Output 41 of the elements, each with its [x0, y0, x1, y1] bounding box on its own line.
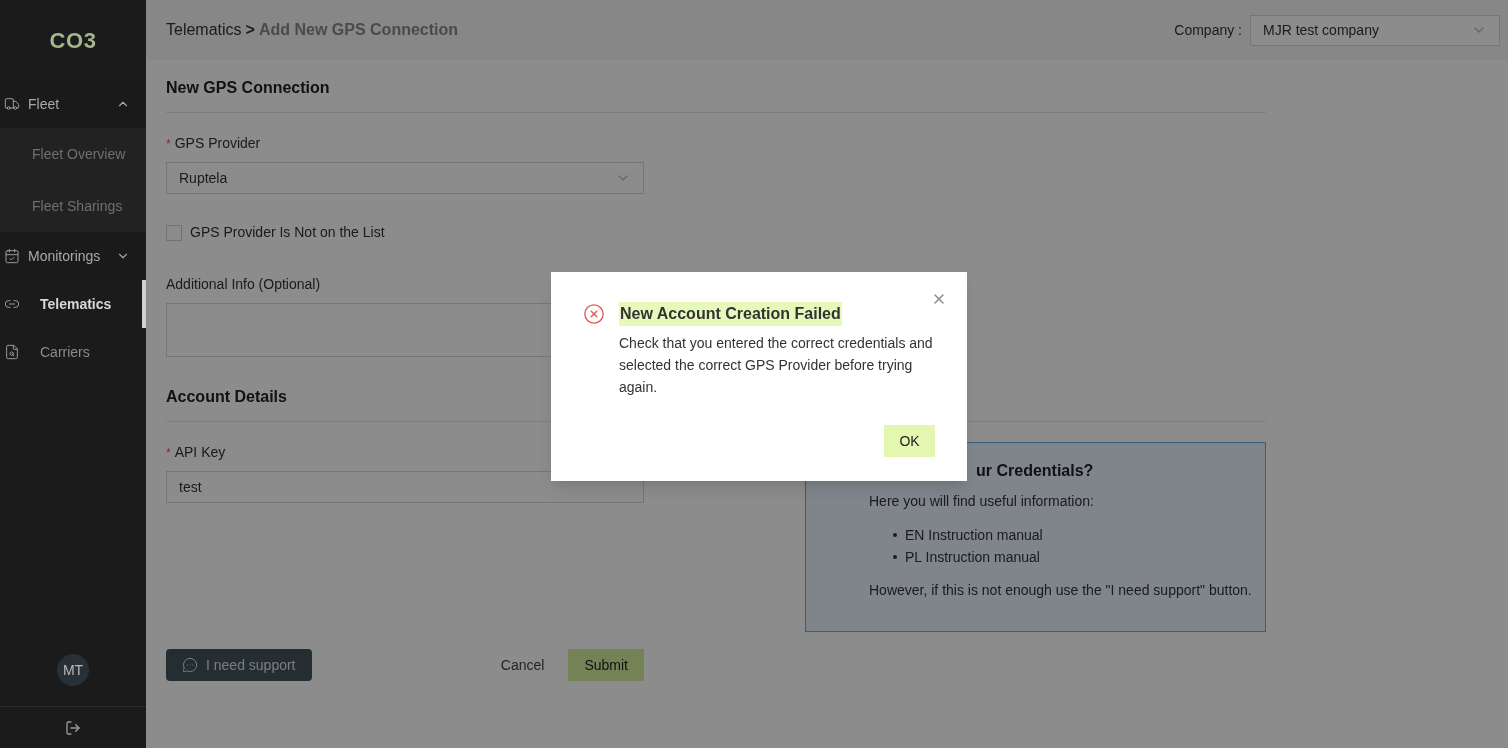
section-title: Account Details: [166, 388, 287, 405]
bullet: [893, 555, 897, 559]
section-title: New GPS Connection: [166, 79, 330, 96]
checkbox-label: GPS Provider Is Not on the List: [190, 223, 385, 242]
nav-subitem[interactable]: Fleet Sharings: [0, 180, 146, 232]
logout-icon[interactable]: [65, 719, 81, 736]
dialog-title: New Account Creation Failed: [619, 302, 842, 326]
file-search-icon: [4, 344, 20, 360]
required-mark: *: [166, 444, 171, 461]
error-icon: [583, 303, 605, 325]
breadcrumb-separator: >: [245, 20, 255, 40]
checkbox[interactable]: [166, 224, 182, 241]
breadcrumb-link[interactable]: Telematics: [166, 18, 242, 42]
logo: CO3: [49, 26, 97, 55]
manual-link[interactable]: PL Instruction manual: [905, 546, 1040, 568]
required-mark: *: [166, 135, 171, 152]
help-note: However, if this is not enough use the "I need support" button.: [869, 581, 1253, 600]
cancel-button[interactable]: Cancel: [484, 649, 561, 681]
api-key-field[interactable]: test: [166, 471, 644, 503]
support-button[interactable]: I need support: [166, 649, 312, 681]
ok-button[interactable]: OK: [884, 425, 935, 457]
manual-link[interactable]: EN Instruction manual: [905, 524, 1043, 546]
help-intro: Here you will find useful information:: [869, 492, 1095, 511]
bullet: [893, 533, 897, 537]
provider-select[interactable]: Ruptela: [166, 162, 644, 194]
calendar-icon: [4, 248, 20, 264]
submit-button[interactable]: Submit: [568, 649, 644, 681]
dialog-message: Check that you entered the correct credentials and selected the correct GPS Provider before trying again.: [619, 334, 934, 397]
nav-item[interactable]: Carriers: [0, 328, 146, 376]
chat-icon: [182, 657, 198, 673]
nav-item[interactable]: Telematics: [0, 280, 146, 328]
field-label: API Key: [174, 443, 226, 462]
truck-icon: [4, 96, 20, 112]
help-title: ur Credentials?: [976, 461, 1095, 481]
nav-subitem[interactable]: Fleet Overview: [0, 128, 146, 180]
field-label: GPS Provider: [174, 134, 261, 153]
company-select[interactable]: MJR test company: [1250, 14, 1500, 46]
company-label: Company :: [1174, 20, 1242, 40]
breadcrumb-current: Add New GPS Connection: [258, 20, 459, 40]
user-avatar[interactable]: MT: [57, 654, 89, 686]
field-label: Additional Info (Optional): [166, 275, 322, 294]
